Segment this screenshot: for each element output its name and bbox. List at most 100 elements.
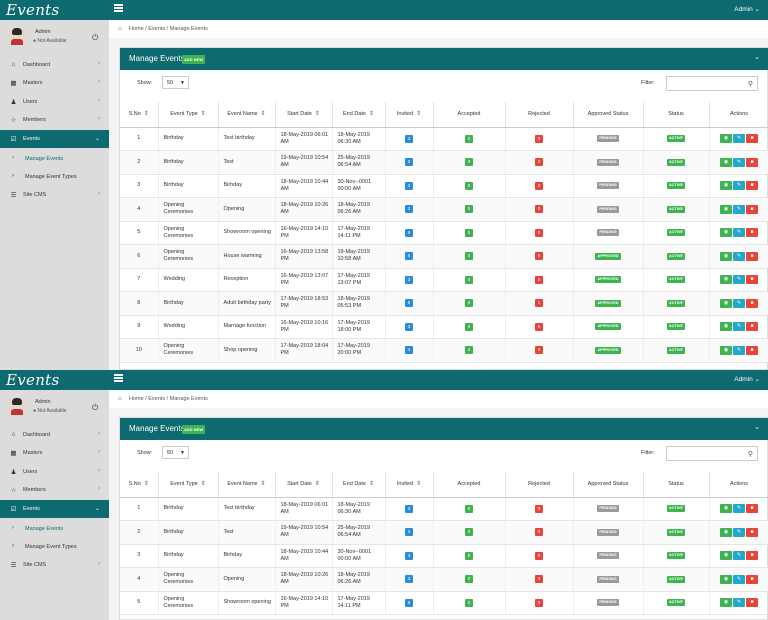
status-badge[interactable]: ACTIVE: [667, 528, 685, 536]
sidebar-item-dashboard[interactable]: ⌂ Dashboard ›: [0, 56, 109, 74]
add-new-button[interactable]: ADD NEW: [182, 55, 206, 64]
view-button[interactable]: ◉: [720, 228, 732, 238]
edit-button[interactable]: ✎: [733, 275, 745, 285]
delete-button[interactable]: ■: [746, 598, 758, 608]
app-logo[interactable]: Events: [6, 371, 60, 389]
sidebar-item-site-cms[interactable]: ☰ Site CMS ›: [0, 186, 109, 204]
accepted-count-badge[interactable]: 0: [465, 528, 473, 537]
status-badge[interactable]: ACTIVE: [667, 323, 685, 331]
accepted-count-badge[interactable]: 0: [465, 158, 473, 167]
header-end-date[interactable]: End Date ⇕: [332, 102, 386, 128]
delete-button[interactable]: ■: [746, 551, 758, 561]
invited-count-badge[interactable]: 6: [405, 228, 413, 237]
approval-status-badge[interactable]: PENDING: [597, 575, 619, 583]
header-event-name[interactable]: Event Name ⇕: [218, 102, 276, 128]
header-end-date[interactable]: End Date ⇕: [332, 472, 386, 498]
accepted-count-badge[interactable]: 0: [465, 322, 473, 331]
status-badge[interactable]: ACTIVE: [667, 182, 685, 190]
status-badge[interactable]: ACTIVE: [667, 552, 685, 560]
delete-button[interactable]: ■: [746, 157, 758, 167]
chevron-down-icon[interactable]: ⌄: [754, 423, 760, 431]
accepted-count-badge[interactable]: 0: [465, 228, 473, 237]
rejected-count-badge[interactable]: 0: [535, 158, 543, 167]
home-icon[interactable]: ⌂: [118, 395, 122, 402]
delete-button[interactable]: ■: [746, 275, 758, 285]
rejected-count-badge[interactable]: 0: [535, 551, 543, 560]
approval-status-badge[interactable]: APPROVED: [595, 252, 621, 260]
accepted-count-badge[interactable]: 0: [465, 252, 473, 261]
edit-button[interactable]: ✎: [733, 574, 745, 584]
view-button[interactable]: ◉: [720, 574, 732, 584]
filter-input[interactable]: ⚲: [666, 446, 758, 461]
sidebar-item-events[interactable]: ☑ Events ⌄: [0, 500, 109, 518]
delete-button[interactable]: ■: [746, 574, 758, 584]
header-sno[interactable]: S.No ⇕: [120, 102, 159, 128]
approval-status-badge[interactable]: PENDING: [597, 599, 619, 607]
view-button[interactable]: ◉: [720, 204, 732, 214]
invited-count-badge[interactable]: 3: [405, 158, 413, 167]
view-button[interactable]: ◉: [720, 298, 732, 308]
add-new-button[interactable]: ADD NEW: [182, 425, 206, 434]
breadcrumb-path[interactable]: Home / Events / Manage Events: [129, 396, 208, 402]
approval-status-badge[interactable]: PENDING: [597, 552, 619, 560]
approval-status-badge[interactable]: PENDING: [597, 229, 619, 237]
accepted-count-badge[interactable]: 0: [465, 275, 473, 284]
sidebar-item-users[interactable]: ♟ Users ›: [0, 93, 109, 111]
approval-status-badge[interactable]: PENDING: [597, 182, 619, 190]
sidebar-subitem-manage-event-types[interactable]: › Manage Event Types: [0, 538, 109, 556]
edit-button[interactable]: ✎: [733, 157, 745, 167]
power-icon[interactable]: ⏻: [92, 33, 98, 43]
delete-button[interactable]: ■: [746, 345, 758, 355]
edit-button[interactable]: ✎: [733, 322, 745, 332]
view-button[interactable]: ◉: [720, 275, 732, 285]
home-icon[interactable]: ⌂: [118, 25, 122, 32]
edit-button[interactable]: ✎: [733, 181, 745, 191]
sidebar-subitem-manage-events[interactable]: › Manage Events: [0, 150, 109, 168]
delete-button[interactable]: ■: [746, 504, 758, 514]
invited-count-badge[interactable]: 3: [405, 205, 413, 214]
sidebar-item-members[interactable]: ☆ Members ›: [0, 481, 109, 499]
header-invited[interactable]: Invited ⇕: [385, 472, 434, 498]
sidebar-item-events[interactable]: ☑ Events ⌄: [0, 130, 109, 148]
header-event-type[interactable]: Event Type ⇕: [158, 102, 219, 128]
invited-count-badge[interactable]: 3: [405, 551, 413, 560]
edit-button[interactable]: ✎: [733, 504, 745, 514]
accepted-count-badge[interactable]: 0: [465, 299, 473, 308]
sidebar-item-dashboard[interactable]: ⌂ Dashboard ›: [0, 426, 109, 444]
invited-count-badge[interactable]: 3: [405, 275, 413, 284]
rejected-count-badge[interactable]: 0: [535, 134, 543, 143]
edit-button[interactable]: ✎: [733, 551, 745, 561]
header-event-type[interactable]: Event Type ⇕: [158, 472, 219, 498]
accepted-count-badge[interactable]: 0: [465, 575, 473, 584]
view-button[interactable]: ◉: [720, 157, 732, 167]
sidebar-item-masters[interactable]: ▦ Masters ›: [0, 444, 109, 462]
delete-button[interactable]: ■: [746, 204, 758, 214]
delete-button[interactable]: ■: [746, 134, 758, 144]
status-badge[interactable]: ACTIVE: [667, 229, 685, 237]
status-badge[interactable]: ACTIVE: [667, 276, 685, 284]
accepted-count-badge[interactable]: 0: [465, 205, 473, 214]
app-logo[interactable]: Events: [6, 1, 60, 19]
rejected-count-badge[interactable]: 0: [535, 575, 543, 584]
rejected-count-badge[interactable]: 1: [535, 299, 543, 308]
view-button[interactable]: ◉: [720, 504, 732, 514]
approval-status-badge[interactable]: PENDING: [597, 158, 619, 166]
accepted-count-badge[interactable]: 2: [465, 346, 473, 355]
accepted-count-badge[interactable]: 0: [465, 598, 473, 607]
header-start-date[interactable]: Start Date ⇕: [275, 472, 333, 498]
status-badge[interactable]: ACTIVE: [667, 299, 685, 307]
delete-button[interactable]: ■: [746, 228, 758, 238]
status-badge[interactable]: ACTIVE: [667, 252, 685, 260]
sidebar-item-masters[interactable]: ▦ Masters ›: [0, 74, 109, 92]
rejected-count-badge[interactable]: 0: [535, 322, 543, 331]
view-button[interactable]: ◉: [720, 345, 732, 355]
view-button[interactable]: ◉: [720, 181, 732, 191]
delete-button[interactable]: ■: [746, 181, 758, 191]
invited-count-badge[interactable]: 3: [405, 575, 413, 584]
delete-button[interactable]: ■: [746, 527, 758, 537]
status-badge[interactable]: ACTIVE: [667, 135, 685, 143]
edit-button[interactable]: ✎: [733, 598, 745, 608]
edit-button[interactable]: ✎: [733, 134, 745, 144]
approval-status-badge[interactable]: PENDING: [597, 135, 619, 143]
rejected-count-badge[interactable]: 0: [535, 504, 543, 513]
